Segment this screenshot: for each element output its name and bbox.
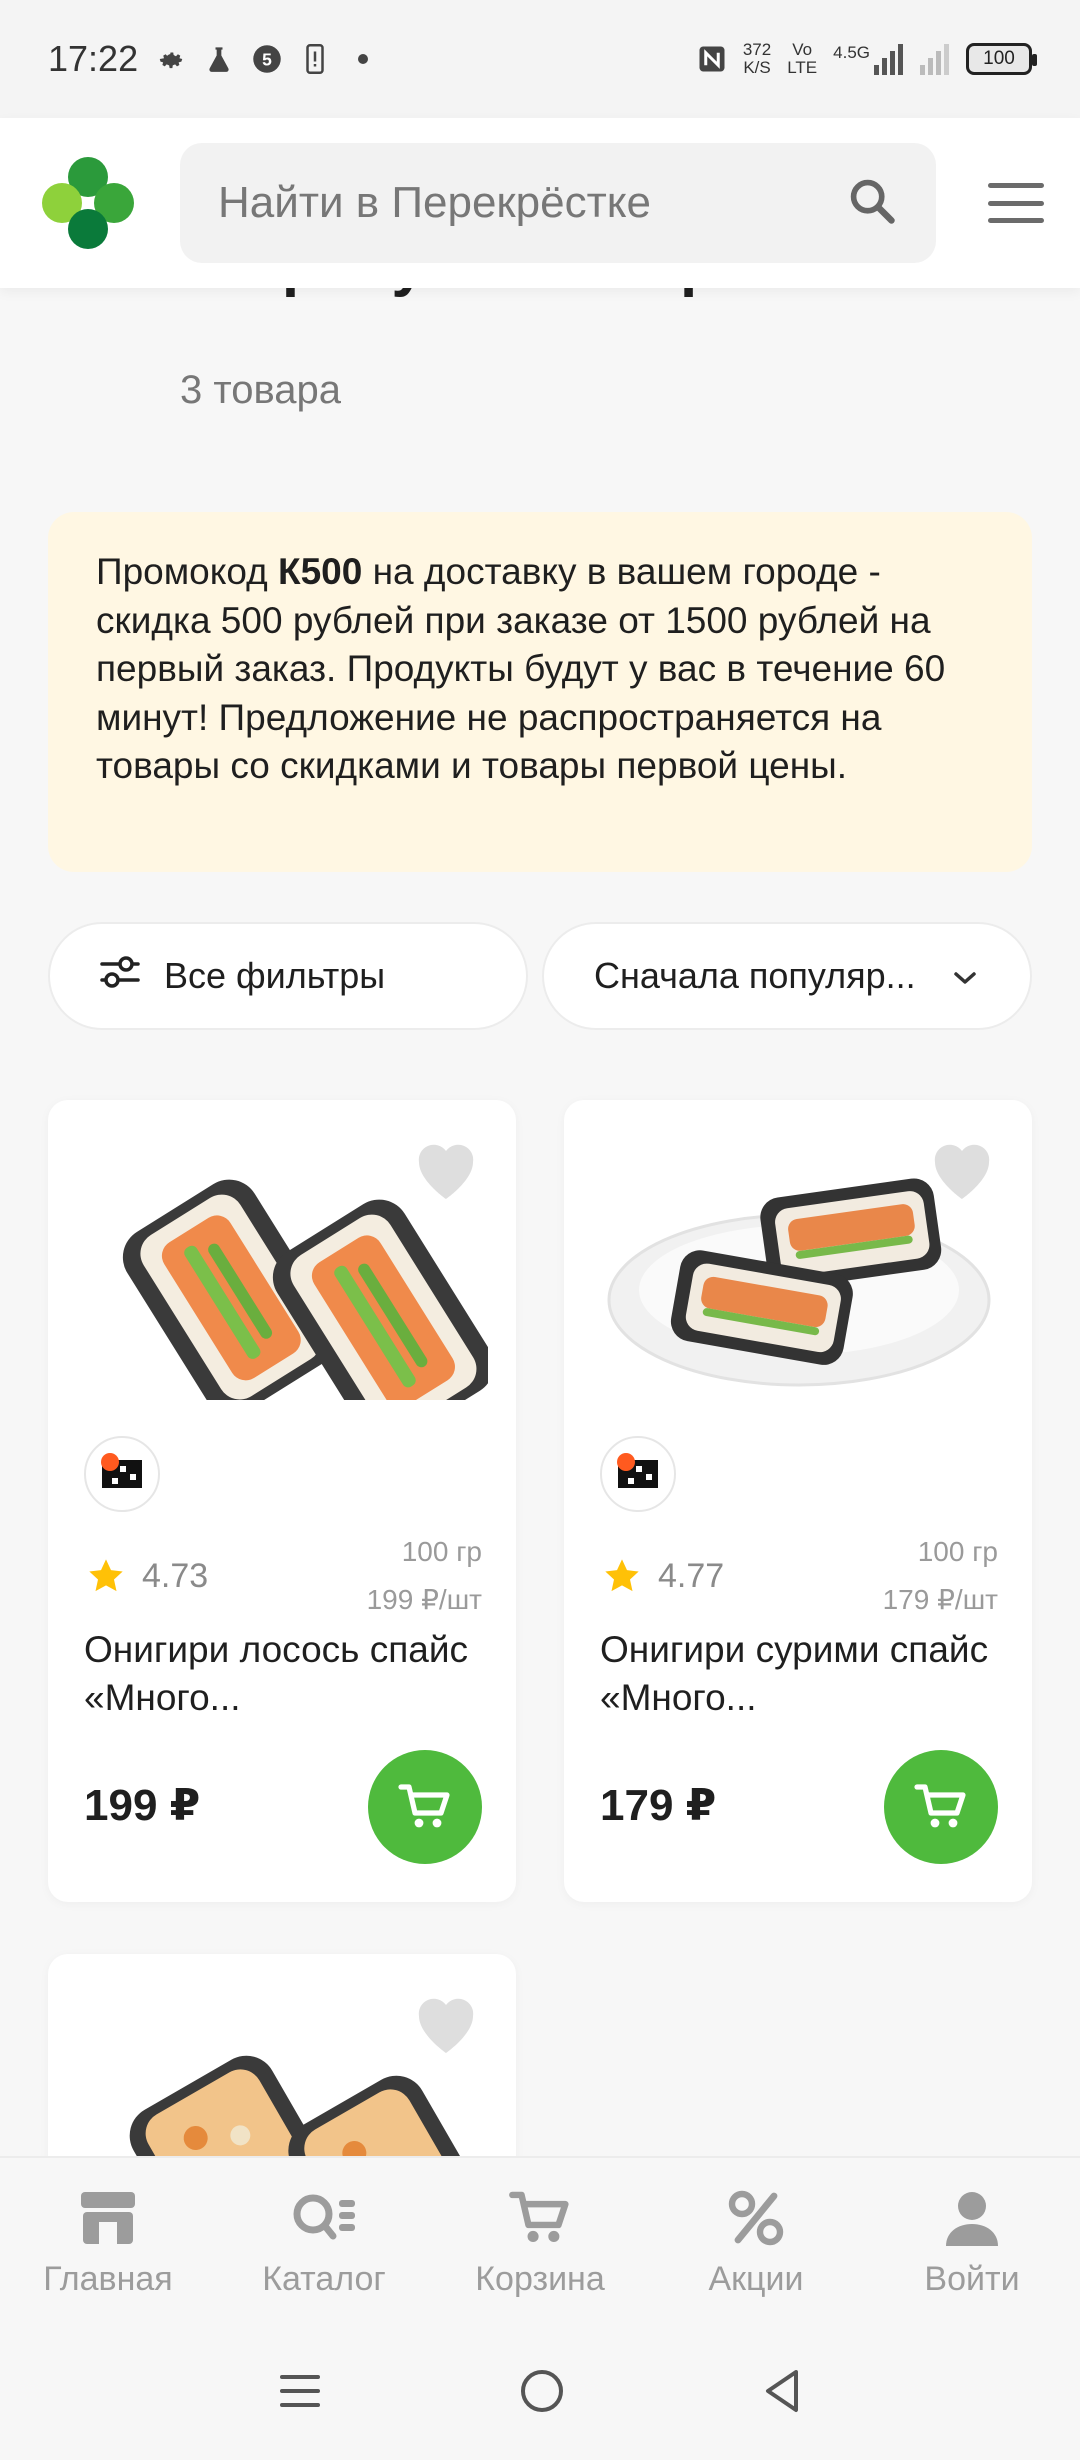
promo-code: К500: [278, 551, 363, 592]
product-price: 179 ₽: [600, 1781, 717, 1830]
home-circle-icon[interactable]: [519, 2368, 565, 2419]
add-to-cart-button[interactable]: [884, 1750, 998, 1864]
store-icon: [73, 2186, 143, 2250]
lab-flask-icon: [204, 44, 234, 74]
screen: 17:22 5 372 K/S Vo LTE 4.5G 100 Найти в …: [0, 0, 1080, 2460]
product-name[interactable]: Онигири лосось спайс «Много...: [84, 1626, 484, 1722]
unit-price: 199 ₽/шт: [366, 1584, 482, 1615]
nav-cart-label: Корзина: [475, 2259, 605, 2298]
percent-icon: [721, 2186, 791, 2250]
nav-home[interactable]: Главная: [8, 2186, 208, 2299]
weight-value: 100 гр: [401, 1536, 482, 1567]
nav-home-label: Главная: [43, 2259, 173, 2298]
svg-text:5: 5: [262, 49, 272, 69]
back-triangle-icon[interactable]: [762, 2368, 802, 2419]
perekrestok-logo[interactable]: [36, 151, 140, 255]
filters-row: Все фильтры Сначала популяр...: [48, 922, 1032, 1030]
rating: 4.77: [602, 1556, 724, 1596]
volte-indicator: Vo LTE: [787, 41, 817, 77]
nfc-icon: [697, 44, 727, 74]
star-icon: [89, 1559, 123, 1592]
nav-catalog-label: Каталог: [262, 2259, 386, 2298]
net-speed: 372 K/S: [743, 41, 771, 77]
search-bar[interactable]: [180, 143, 936, 263]
net-speed-value: 372: [742, 40, 772, 59]
cart-icon: [914, 1784, 966, 1828]
status-bar: 17:22 5 372 K/S Vo LTE 4.5G 100: [0, 0, 1080, 118]
product-weight: 100 гр 179 ₽/шт: [883, 1528, 998, 1624]
favorite-heart-icon[interactable]: [410, 1990, 482, 2056]
battery-icon: 100: [966, 43, 1037, 75]
recent-apps-icon[interactable]: [278, 2371, 322, 2416]
menu-icon[interactable]: [988, 183, 1044, 223]
brand-badge-icon: [84, 1436, 160, 1512]
favorite-heart-icon[interactable]: [410, 1136, 482, 1202]
favorite-heart-icon[interactable]: [926, 1136, 998, 1202]
signal-bars-icon: [874, 44, 903, 75]
signal-strength: 4.5G: [833, 43, 904, 75]
product-name[interactable]: Онигири сурими спайс «Много...: [600, 1626, 1000, 1722]
add-to-cart-button[interactable]: [368, 1750, 482, 1864]
promo-banner: Промокод К500 на доставку в вашем городе…: [48, 512, 1032, 872]
settings-icon: [156, 44, 186, 74]
product-price: 199 ₽: [84, 1781, 201, 1830]
nav-login[interactable]: Войти: [872, 2186, 1072, 2299]
network-type: 4.5G: [833, 43, 870, 62]
volte-top: Vo: [792, 40, 813, 59]
results-count: 3 товара: [180, 368, 342, 412]
brand-badge-icon: [600, 1436, 676, 1512]
weight-value: 100 гр: [917, 1536, 998, 1567]
unit-price: 179 ₽/шт: [882, 1584, 998, 1615]
nav-login-label: Войти: [924, 2259, 1020, 2298]
promo-prefix: Промокод: [96, 551, 279, 592]
app-5-icon: 5: [252, 44, 282, 74]
system-navigation: [0, 2326, 1080, 2460]
net-speed-unit: K/S: [743, 58, 771, 77]
rating: 4.73: [86, 1556, 208, 1596]
app-header: [0, 118, 1080, 288]
chevron-down-icon: [950, 955, 980, 997]
volte-bottom: LTE: [787, 58, 818, 77]
rating-value: 4.73: [142, 1556, 209, 1595]
signal-bars-2-icon: [920, 44, 949, 75]
search-icon[interactable]: [846, 175, 898, 232]
all-filters-button[interactable]: Все фильтры: [48, 922, 528, 1030]
star-icon: [605, 1559, 639, 1592]
nav-catalog[interactable]: Каталог: [224, 2186, 424, 2299]
rating-value: 4.77: [658, 1556, 725, 1595]
cart-icon: [505, 2186, 575, 2250]
status-time: 17:22: [48, 38, 139, 79]
sort-select[interactable]: Сначала популяр...: [542, 922, 1032, 1030]
bottom-navigation: Главная Каталог Корзина Акции Войти: [0, 2156, 1080, 2326]
user-icon: [937, 2186, 1007, 2250]
product-card[interactable]: 4.77 100 гр 179 ₽/шт Онигири сурими спай…: [564, 1100, 1032, 1902]
nav-promos[interactable]: Акции: [656, 2186, 856, 2299]
battery-level: 100: [983, 48, 1015, 69]
sort-label: Сначала популяр...: [594, 955, 916, 996]
nav-promos-label: Акции: [708, 2259, 804, 2298]
catalog-search-icon: [289, 2186, 359, 2250]
filters-icon: [98, 952, 142, 1001]
all-filters-label: Все фильтры: [164, 955, 386, 996]
search-input[interactable]: [218, 178, 846, 228]
nav-cart[interactable]: Корзина: [440, 2186, 640, 2299]
cart-icon: [398, 1784, 450, 1828]
product-weight: 100 гр 199 ₽/шт: [367, 1528, 482, 1624]
product-card[interactable]: 4.73 100 гр 199 ₽/шт Онигири лосось спай…: [48, 1100, 516, 1902]
dot-icon: [348, 44, 378, 74]
phone-alert-icon: [300, 44, 330, 74]
